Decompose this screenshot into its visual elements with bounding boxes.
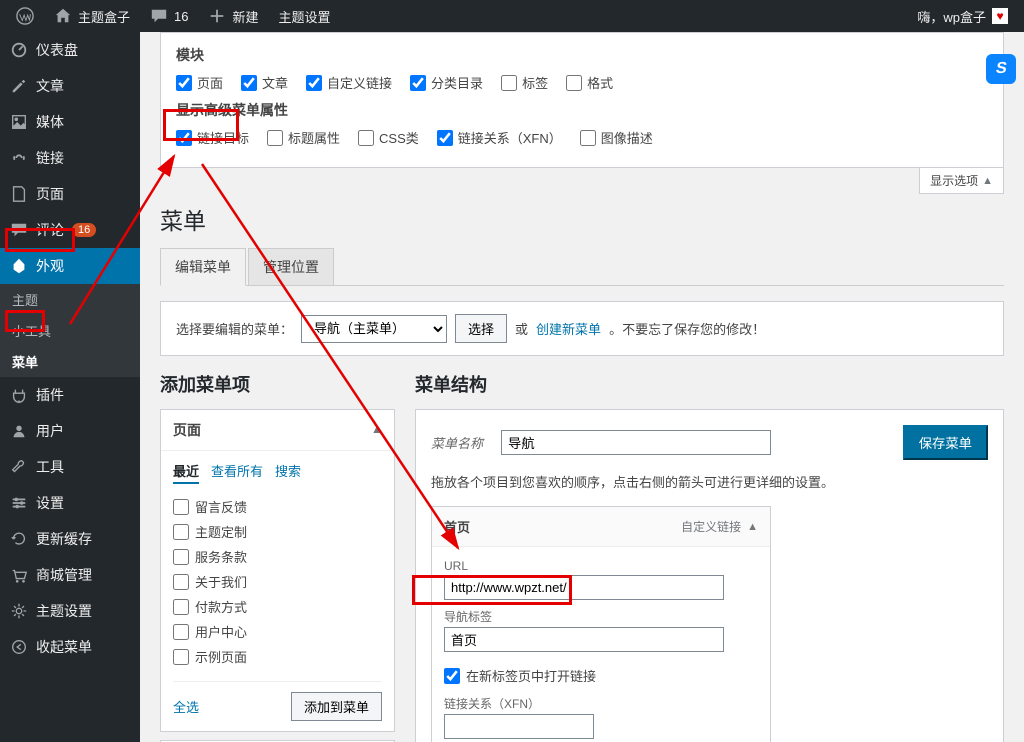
comments-count[interactable]: 16	[142, 0, 196, 32]
page-item[interactable]: 关于我们	[173, 569, 382, 594]
submenu-widgets[interactable]: 小工具	[0, 315, 140, 346]
page-item[interactable]: 服务条款	[173, 544, 382, 569]
tab-edit-menu[interactable]: 编辑菜单	[160, 248, 246, 286]
menu-media[interactable]: 媒体	[0, 104, 140, 140]
page-title: 菜单	[160, 202, 1004, 236]
tab-manage-locations[interactable]: 管理位置	[248, 248, 334, 285]
menu-arrow-icon	[140, 258, 148, 274]
floating-s-icon[interactable]	[986, 54, 1016, 84]
structure-title: 菜单结构	[415, 371, 1004, 397]
menu-settings[interactable]: 设置	[0, 485, 140, 521]
avatar-icon	[992, 8, 1008, 24]
content-area: 模块 页面 文章 自定义链接 分类目录 标签 格式 显示高级菜单属性 链接目标 …	[140, 32, 1024, 742]
add-items-title: 添加菜单项	[160, 371, 395, 397]
site-link[interactable]: 主题盒子	[46, 0, 138, 32]
boxes-title: 模块	[176, 45, 988, 65]
menu-mall[interactable]: 商城管理	[0, 557, 140, 593]
greeting[interactable]: 嗨，wp盒子	[909, 0, 1016, 32]
page-item[interactable]: 留言反馈	[173, 494, 382, 519]
screen-options-tab[interactable]: 显示选项▲	[919, 168, 1004, 194]
caret-up-icon: ▲	[371, 424, 382, 436]
chk-posts[interactable]: 文章	[241, 73, 288, 92]
screen-options-panel: 模块 页面 文章 自定义链接 分类目录 标签 格式 显示高级菜单属性 链接目标 …	[160, 32, 1004, 168]
menu-item-home: 首页 自定义链接▲ URL 导航标签 在新标签页中打开链接 链接关系（XFN） …	[431, 506, 771, 742]
menu-name-label: 菜单名称	[431, 433, 491, 452]
page-item[interactable]: 主题定制	[173, 519, 382, 544]
wp-logo[interactable]	[8, 0, 42, 32]
chk-tags[interactable]: 标签	[501, 73, 548, 92]
chk-title-attr[interactable]: 标题属性	[267, 128, 340, 147]
comments-badge: 16	[72, 223, 96, 237]
page-item[interactable]: 用户中心	[173, 619, 382, 644]
chk-css-classes[interactable]: CSS类	[358, 128, 419, 147]
menu-select-toolbar: 选择要编辑的菜单： 导航（主菜单） 选择 或 创建新菜单 。不要忘了保存您的修改…	[160, 301, 1004, 356]
menu-users[interactable]: 用户	[0, 413, 140, 449]
menu-select[interactable]: 导航（主菜单）	[301, 315, 447, 343]
chk-xfn[interactable]: 链接关系（XFN）	[437, 128, 562, 147]
chk-link-target[interactable]: 链接目标	[176, 128, 249, 147]
page-list: 留言反馈 主题定制 服务条款 关于我们 付款方式 用户中心 示例页面	[173, 494, 382, 669]
accordion-pages: 页面▲ 最近 查看所有 搜索 留言反馈 主题定制 服务条款 关于我们 付款方	[160, 409, 395, 732]
navlabel-label: 导航标签	[444, 608, 758, 625]
add-to-menu-button[interactable]: 添加到菜单	[291, 692, 382, 721]
caret-up-icon: ▲	[747, 521, 758, 533]
tab-search[interactable]: 搜索	[275, 461, 301, 484]
chk-formats[interactable]: 格式	[566, 73, 613, 92]
menu-comments[interactable]: 评论16	[0, 212, 140, 248]
menu-collapse[interactable]: 收起菜单	[0, 629, 140, 665]
page-item[interactable]: 示例页面	[173, 644, 382, 669]
chk-pages[interactable]: 页面	[176, 73, 223, 92]
menu-links[interactable]: 链接	[0, 140, 140, 176]
save-menu-button[interactable]: 保存菜单	[903, 425, 988, 460]
suffix-text: 。不要忘了保存您的修改！	[609, 319, 765, 338]
admin-sidebar: 仪表盘 文章 媒体 链接 页面 评论16 外观 主题 小工具 菜单 插件 用户 …	[0, 32, 140, 742]
theme-settings-link[interactable]: 主题设置	[271, 0, 339, 32]
new-content[interactable]: 新建	[200, 0, 266, 32]
adminbar: 主题盒子 16 新建 主题设置 嗨，wp盒子	[0, 0, 1024, 32]
url-input[interactable]	[444, 575, 724, 600]
acc-head-pages[interactable]: 页面▲	[161, 410, 394, 451]
select-all-link[interactable]: 全选	[173, 697, 199, 716]
chk-custom-links[interactable]: 自定义链接	[306, 73, 392, 92]
xfn-label: 链接关系（XFN）	[444, 695, 758, 712]
caret-up-icon: ▲	[982, 175, 993, 187]
menu-plugins[interactable]: 插件	[0, 377, 140, 413]
submenu-themes[interactable]: 主题	[0, 284, 140, 315]
menu-tools[interactable]: 工具	[0, 449, 140, 485]
newtab-checkbox[interactable]: 在新标签页中打开链接	[444, 666, 758, 685]
menu-dashboard[interactable]: 仪表盘	[0, 32, 140, 68]
nav-tabs: 编辑菜单 管理位置	[160, 248, 1004, 286]
menu-name-input[interactable]	[501, 430, 771, 455]
advanced-title: 显示高级菜单属性	[176, 100, 988, 120]
submenu-menus[interactable]: 菜单	[0, 346, 140, 377]
page-item[interactable]: 付款方式	[173, 594, 382, 619]
menu-item-head[interactable]: 首页 自定义链接▲	[432, 507, 770, 546]
chk-desc[interactable]: 图像描述	[580, 128, 653, 147]
menu-appearance[interactable]: 外观	[0, 248, 140, 284]
navlabel-input[interactable]	[444, 627, 724, 652]
menu-theme-settings[interactable]: 主题设置	[0, 593, 140, 629]
url-label: URL	[444, 559, 758, 573]
menu-structure-box: 菜单名称 保存菜单 拖放各个项目到您喜欢的顺序，点击右侧的箭头可进行更详细的设置…	[415, 409, 1004, 742]
xfn-input[interactable]	[444, 714, 594, 739]
create-menu-link[interactable]: 创建新菜单	[536, 319, 601, 338]
menu-pages[interactable]: 页面	[0, 176, 140, 212]
tab-recent[interactable]: 最近	[173, 461, 199, 484]
menu-posts[interactable]: 文章	[0, 68, 140, 104]
select-button[interactable]: 选择	[455, 314, 507, 343]
chk-categories[interactable]: 分类目录	[410, 73, 483, 92]
menu-refresh-cache[interactable]: 更新缓存	[0, 521, 140, 557]
tab-viewall[interactable]: 查看所有	[211, 461, 263, 484]
select-prefix: 选择要编辑的菜单：	[176, 319, 293, 338]
structure-help: 拖放各个项目到您喜欢的顺序，点击右侧的箭头可进行更详细的设置。	[431, 472, 988, 491]
or-text: 或	[515, 319, 528, 338]
